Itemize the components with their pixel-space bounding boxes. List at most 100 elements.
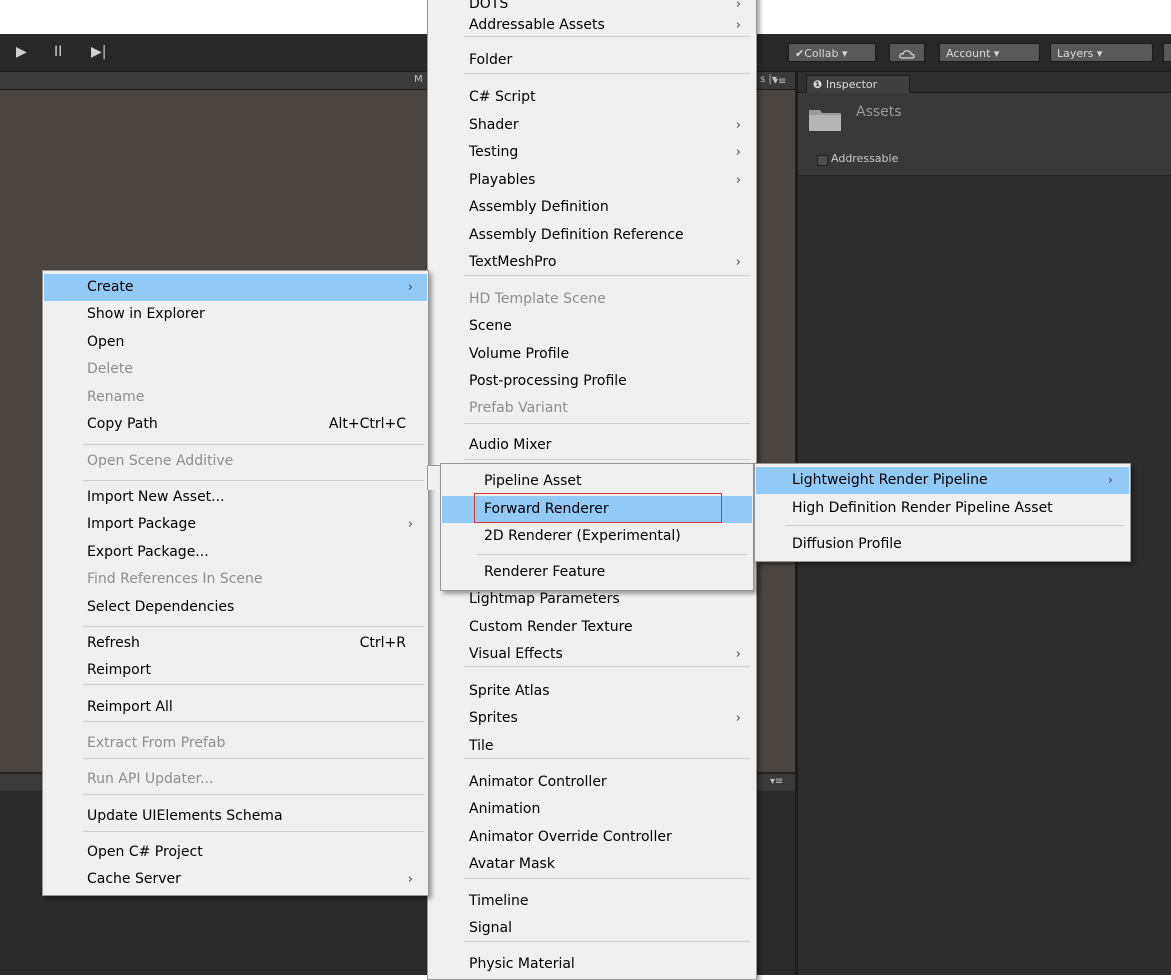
menu-item-label: Avatar Mask — [469, 856, 555, 872]
create-item-sprites[interactable]: Sprites › — [429, 705, 755, 732]
context-item-copy-path[interactable]: Copy Path Alt+Ctrl+C — [44, 411, 427, 438]
chevron-right-icon: › — [1107, 473, 1113, 488]
context-item-import-new-asset[interactable]: Import New Asset... — [44, 484, 427, 511]
menu-separator — [464, 36, 750, 37]
menu-item-label: Physic Material — [469, 956, 575, 972]
menu-item-label: Scene — [469, 318, 512, 334]
menu-item-label: Lightweight Render Pipeline — [792, 472, 988, 488]
scene-tab-fragment: M — [414, 74, 423, 85]
menu-item-label: Animator Controller — [469, 774, 607, 790]
create-item-assembly-definition[interactable]: Assembly Definition — [429, 194, 755, 221]
layout-button[interactable] — [1163, 43, 1171, 62]
create-item-playables[interactable]: Playables › — [429, 167, 755, 194]
chevron-right-icon: › — [735, 173, 741, 188]
menu-item-label: Extract From Prefab — [87, 735, 226, 751]
menu-separator — [83, 444, 424, 445]
context-item-open[interactable]: Open — [44, 329, 427, 356]
rendering-item-diffusion-profile[interactable]: Diffusion Profile — [756, 531, 1129, 558]
create-item-volume-profile[interactable]: Volume Profile — [429, 341, 755, 368]
context-item-create[interactable]: Create › — [44, 274, 427, 301]
create-item-folder[interactable]: Folder — [429, 47, 755, 74]
layers-button[interactable]: Layers ▾ — [1050, 43, 1153, 62]
create-item-addressable-assets[interactable]: Addressable Assets › — [429, 12, 755, 39]
rendering-item-lightweight-render-pipeline[interactable]: Lightweight Render Pipeline › — [756, 467, 1129, 494]
lrp-submenu: Pipeline Asset Forward Renderer 2D Rendere… — [440, 463, 754, 591]
menu-item-label: Import Package — [87, 516, 196, 532]
create-item-textmeshpro[interactable]: TextMeshPro › — [429, 249, 755, 276]
create-item-physic-material[interactable]: Physic Material — [429, 951, 755, 978]
menu-item-label: Copy Path — [87, 416, 158, 432]
create-item-sprite-atlas[interactable]: Sprite Atlas — [429, 678, 755, 705]
context-item-reimport[interactable]: Reimport — [44, 657, 427, 684]
addressable-label: Addressable — [831, 152, 899, 165]
menu-item-label: Animation — [469, 801, 541, 817]
menu-item-label: Visual Effects — [469, 646, 563, 662]
step-icon[interactable]: ▶| — [91, 44, 106, 60]
create-item-tile[interactable]: Tile — [429, 733, 755, 760]
menu-item-label: Delete — [87, 361, 133, 377]
account-button[interactable]: Account ▾ — [939, 43, 1040, 62]
menu-item-label: Testing — [469, 144, 519, 160]
create-item-animation[interactable]: Animation — [429, 796, 755, 823]
lower-panel-menu-icon[interactable]: ▾≡ — [770, 776, 783, 787]
context-item-extract-from-prefab: Extract From Prefab — [44, 730, 427, 757]
context-item-reimport-all[interactable]: Reimport All — [44, 694, 427, 721]
menu-item-label: Animator Override Controller — [469, 829, 672, 845]
tab-inspector[interactable]: ❶ Inspector — [806, 75, 910, 93]
context-item-open-scene-additive: Open Scene Additive — [44, 448, 427, 475]
context-item-open-c-project[interactable]: Open C# Project — [44, 839, 427, 866]
chevron-right-icon: › — [735, 145, 741, 160]
menu-item-label: Post-processing Profile — [469, 373, 627, 389]
menu-item-label: Audio Mixer — [469, 437, 552, 453]
menu-item-shortcut: Alt+Ctrl+C — [328, 416, 406, 432]
menu-item-label: Diffusion Profile — [792, 536, 902, 552]
context-item-refresh[interactable]: Refresh Ctrl+R — [44, 630, 427, 657]
context-item-export-package[interactable]: Export Package... — [44, 539, 427, 566]
lrp-item-renderer-feature[interactable]: Renderer Feature — [442, 559, 752, 586]
menu-item-label: Reimport All — [87, 699, 173, 715]
menu-separator — [83, 721, 424, 722]
menu-item-label: Cache Server — [87, 871, 181, 887]
menu-item-label: Reimport — [87, 662, 151, 678]
addressable-checkbox[interactable] — [817, 155, 828, 166]
context-item-import-package[interactable]: Import Package › — [44, 511, 427, 538]
context-item-select-dependencies[interactable]: Select Dependencies — [44, 594, 427, 621]
create-item-timeline[interactable]: Timeline — [429, 888, 755, 915]
context-item-cache-server[interactable]: Cache Server › — [44, 866, 427, 893]
create-item-post-processing-profile[interactable]: Post-processing Profile — [429, 368, 755, 395]
panel-menu-icon[interactable]: ▾≡ — [773, 76, 786, 87]
create-item-scene[interactable]: Scene — [429, 313, 755, 340]
create-item-c-script[interactable]: C# Script — [429, 84, 755, 111]
context-item-show-in-explorer[interactable]: Show in Explorer — [44, 301, 427, 328]
menu-item-label: Create — [87, 279, 134, 295]
context-item-update-uielements-schema[interactable]: Update UIElements Schema — [44, 803, 427, 830]
create-item-signal[interactable]: Signal — [429, 915, 755, 942]
collab-button[interactable]: ✔Collab ▾ — [788, 43, 876, 62]
create-item-avatar-mask[interactable]: Avatar Mask — [429, 851, 755, 878]
pause-icon[interactable]: II — [54, 44, 62, 60]
menu-separator — [785, 525, 1124, 526]
play-icon[interactable]: ▶ — [16, 44, 27, 60]
menu-item-label: Open Scene Additive — [87, 453, 234, 469]
create-item-assembly-definition-reference[interactable]: Assembly Definition Reference — [429, 222, 755, 249]
context-item-delete: Delete — [44, 356, 427, 383]
create-item-visual-effects[interactable]: Visual Effects › — [429, 641, 755, 668]
create-item-animator-override-controller[interactable]: Animator Override Controller — [429, 824, 755, 851]
create-item-shader[interactable]: Shader › — [429, 112, 755, 139]
create-item-audio-mixer[interactable]: Audio Mixer — [429, 432, 755, 459]
rendering-submenu: Lightweight Render Pipeline › High Definit… — [754, 463, 1131, 562]
create-item-custom-render-texture[interactable]: Custom Render Texture — [429, 614, 755, 641]
create-item-hd-template-scene: HD Template Scene — [429, 286, 755, 313]
lrp-item-pipeline-asset[interactable]: Pipeline Asset — [442, 468, 752, 495]
create-item-animator-controller[interactable]: Animator Controller — [429, 769, 755, 796]
rendering-item-high-definition-render-pipeline-asset[interactable]: High Definition Render Pipeline Asset — [756, 495, 1129, 522]
lrp-item-2d-renderer-experimental[interactable]: 2D Renderer (Experimental) — [442, 523, 752, 550]
create-item-testing[interactable]: Testing › — [429, 139, 755, 166]
menu-item-label: Assembly Definition Reference — [469, 227, 684, 243]
menu-item-label: Assembly Definition — [469, 199, 609, 215]
cloud-button[interactable] — [889, 43, 925, 62]
menu-item-label: Signal — [469, 920, 513, 936]
menu-separator — [464, 758, 750, 759]
inspector-body — [798, 176, 1171, 975]
menu-item-label: Custom Render Texture — [469, 619, 633, 635]
